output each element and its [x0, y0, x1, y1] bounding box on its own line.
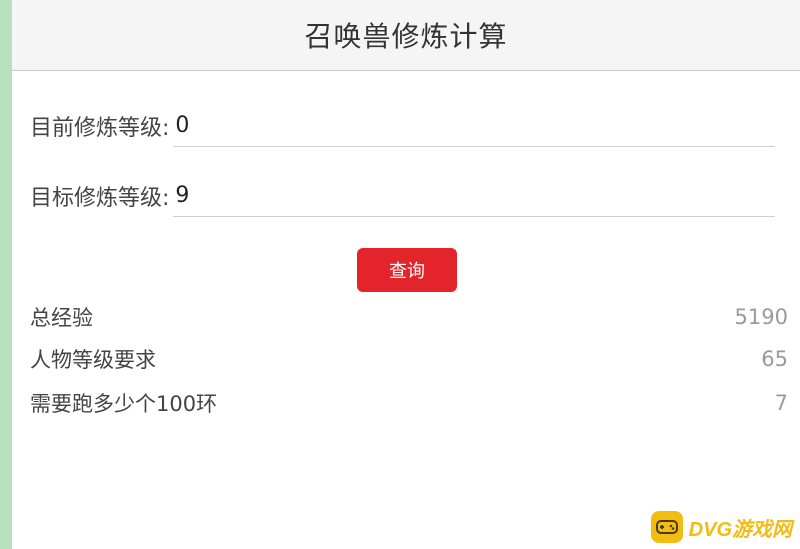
result-label: 总经验 [30, 306, 93, 330]
current-level-input[interactable] [173, 105, 775, 147]
side-strip [0, 0, 12, 549]
result-row-total-exp: 总经验 5190 [30, 299, 788, 335]
current-level-label: 目前修炼等级: [30, 116, 170, 141]
watermark-text: DVG游戏网 [688, 518, 792, 541]
watermark: DVG游戏网 [650, 511, 792, 543]
target-level-row: 目标修炼等级: [30, 174, 775, 218]
current-level-row: 目前修炼等级: [30, 104, 775, 148]
target-level-input[interactable] [173, 175, 775, 217]
result-value: 65 [761, 347, 788, 371]
result-value: 5190 [734, 305, 788, 329]
result-label: 人物等级要求 [30, 348, 156, 372]
result-row-level-req: 人物等级要求 65 [30, 341, 788, 377]
target-level-label: 目标修炼等级: [30, 186, 170, 211]
calculator-page: 召唤兽修炼计算 目前修炼等级: 目标修炼等级: 查询 总经验 5190 人物等级… [0, 0, 800, 549]
gamepad-icon [650, 511, 683, 543]
page-title: 召唤兽修炼计算 [304, 20, 508, 53]
gamepad-icon-svg [655, 520, 678, 534]
result-label: 需要跑多少个100环 [30, 392, 218, 416]
page-header: 召唤兽修炼计算 [12, 0, 800, 71]
query-button[interactable]: 查询 [357, 248, 457, 292]
result-value: 7 [774, 391, 788, 415]
result-row-rounds: 需要跑多少个100环 7 [30, 385, 788, 421]
